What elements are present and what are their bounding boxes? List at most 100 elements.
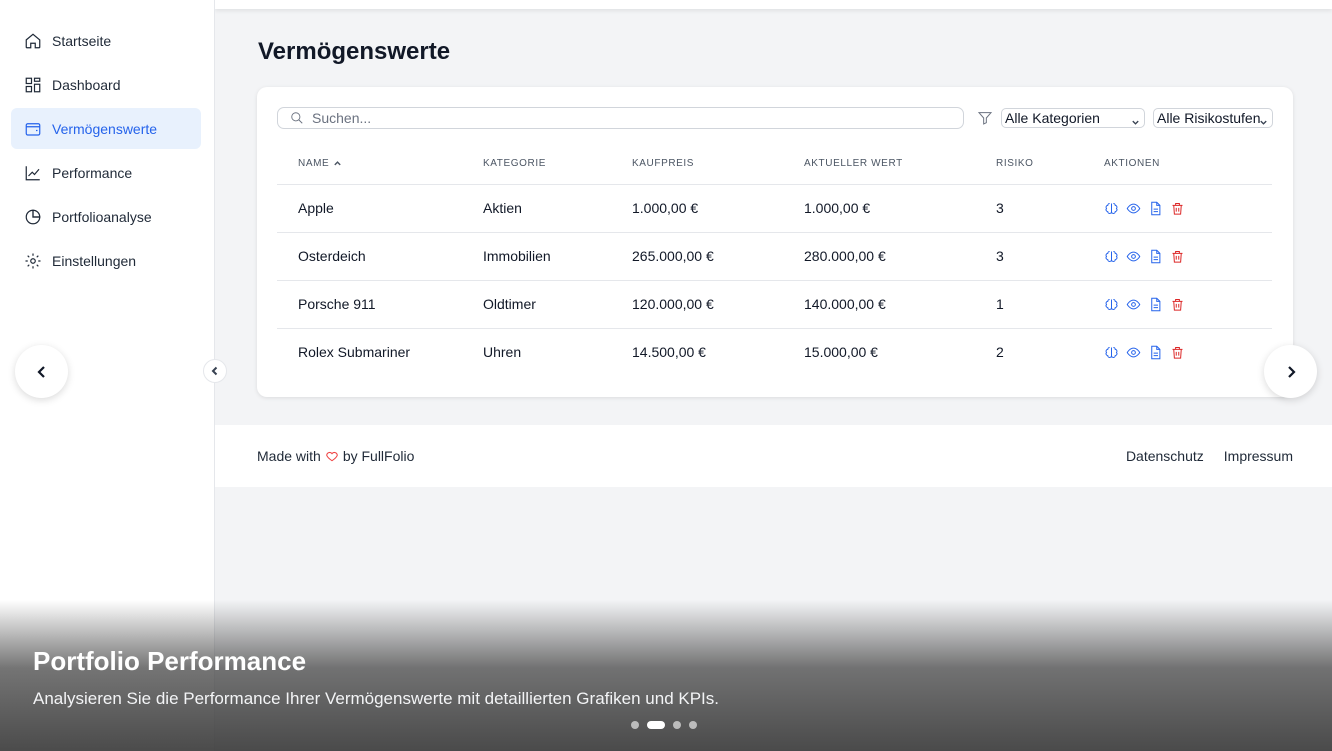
sidebar-item-einstellungen[interactable]: Einstellungen	[11, 240, 201, 281]
cell-category: Uhren	[483, 344, 522, 361]
cell-purchase: 1.000,00 €	[632, 184, 804, 233]
brain-icon[interactable]	[1104, 249, 1119, 264]
link-datenschutz[interactable]: Datenschutz	[1126, 448, 1204, 464]
cell-current: 1.000,00 €	[804, 184, 996, 233]
document-icon[interactable]	[1148, 297, 1163, 312]
cell-purchase: 14.500,00 €	[632, 344, 706, 361]
pie-chart-icon	[24, 208, 42, 226]
cell-current: 280.000,00 €	[804, 232, 996, 281]
chevron-left-icon	[211, 366, 218, 376]
cell-actions	[1104, 280, 1272, 329]
table-row: Rolex Submariner Uhren 14.500,00 € 15.00…	[277, 328, 1272, 376]
footer: Made with by FullFolio Datenschutz Impre…	[215, 425, 1332, 487]
column-header-purchase: KAUFPREIS	[632, 143, 804, 185]
column-header-risk: RISIKO	[996, 143, 1104, 185]
column-header-actions: AKTIONEN	[1104, 143, 1272, 185]
cell-actions	[1104, 184, 1272, 233]
sidebar-item-label: Performance	[52, 164, 133, 181]
column-header-category: KATEGORIE	[483, 143, 632, 185]
cell-actions	[1104, 328, 1272, 376]
sidebar-item-label: Portfolioanalyse	[52, 208, 152, 225]
carousel-dot-2[interactable]	[647, 721, 665, 729]
sidebar-collapse-button[interactable]	[203, 359, 227, 383]
search-input[interactable]	[312, 110, 952, 126]
document-icon[interactable]	[1148, 201, 1163, 216]
sidebar-item-dashboard[interactable]: Dashboard	[11, 64, 201, 105]
cell-name: Osterdeich	[277, 232, 483, 281]
cell-risk: 2	[996, 344, 1004, 361]
column-header-name[interactable]: NAME	[277, 143, 483, 185]
chevron-left-icon	[36, 365, 45, 378]
cell-category: Immobilien	[483, 232, 632, 281]
chevron-up-icon	[333, 159, 342, 168]
cell-current: 140.000,00 €	[804, 280, 996, 329]
table-row: Apple Aktien 1.000,00 € 1.000,00 € 3	[277, 184, 1272, 233]
carousel-dot-4[interactable]	[689, 721, 697, 729]
cell-actions	[1104, 232, 1272, 281]
table-header-row: NAME KATEGORIE KAUFPREIS AKTUELLER WERT …	[277, 143, 1272, 185]
line-chart-icon	[24, 164, 42, 182]
heart-icon	[325, 449, 339, 463]
gear-icon	[24, 252, 42, 270]
home-icon	[24, 32, 42, 50]
assets-table: NAME KATEGORIE KAUFPREIS AKTUELLER WERT …	[277, 143, 1272, 376]
chevron-right-icon	[1287, 365, 1296, 378]
cell-category: Oldtimer	[483, 280, 632, 329]
sidebar-item-label: Dashboard	[52, 76, 121, 93]
column-header-current: AKTUELLER WERT	[804, 143, 996, 185]
eye-icon[interactable]	[1126, 297, 1141, 312]
made-with-text: Made with by FullFolio	[257, 448, 415, 464]
top-bar	[215, 0, 1332, 9]
chevron-down-icon	[1131, 114, 1140, 125]
sidebar-item-label: Einstellungen	[52, 252, 137, 269]
carousel-next-button[interactable]	[1264, 345, 1317, 398]
category-select-value: Alle Kategorien	[1005, 110, 1100, 126]
category-select[interactable]: Alle Kategorien	[1001, 108, 1145, 128]
brain-icon[interactable]	[1104, 345, 1119, 360]
cell-category: Aktien	[483, 184, 632, 233]
cell-name: Apple	[277, 184, 483, 233]
sidebar-item-vermoegenswerte[interactable]: Vermögenswerte	[11, 108, 201, 149]
cell-name: Porsche 911	[277, 280, 483, 329]
sidebar-item-portfolioanalyse[interactable]: Portfolioanalyse	[11, 196, 201, 237]
brain-icon[interactable]	[1104, 201, 1119, 216]
cell-risk: 3	[996, 232, 1104, 281]
filter-icon	[977, 110, 993, 126]
risk-select-value: Alle Risikostufen	[1157, 110, 1261, 126]
wallet-icon	[24, 120, 42, 138]
eye-icon[interactable]	[1126, 249, 1141, 264]
carousel-dot-3[interactable]	[673, 721, 681, 729]
risk-select[interactable]: Alle Risikostufen	[1153, 108, 1273, 128]
search-icon	[291, 112, 303, 124]
sidebar-nav: Startseite Dashboard Vermögenswerte Perf…	[11, 20, 201, 284]
cell-risk: 3	[996, 184, 1104, 233]
cell-risk: 1	[996, 280, 1104, 329]
cell-purchase: 120.000,00 €	[632, 280, 804, 329]
trash-icon[interactable]	[1170, 249, 1185, 264]
sidebar-item-performance[interactable]: Performance	[11, 152, 201, 193]
chevron-down-icon	[1259, 114, 1268, 125]
link-impressum[interactable]: Impressum	[1224, 448, 1293, 464]
search-box[interactable]	[277, 107, 964, 129]
sidebar-item-startseite[interactable]: Startseite	[11, 20, 201, 61]
carousel-title: Portfolio Performance	[33, 646, 307, 676]
document-icon[interactable]	[1148, 345, 1163, 360]
brain-icon[interactable]	[1104, 297, 1119, 312]
trash-icon[interactable]	[1170, 297, 1185, 312]
carousel-prev-button[interactable]	[15, 345, 68, 398]
table-row: Porsche 911 Oldtimer 120.000,00 € 140.00…	[277, 280, 1272, 329]
eye-icon[interactable]	[1126, 345, 1141, 360]
document-icon[interactable]	[1148, 249, 1163, 264]
page-title: Vermögenswerte	[258, 38, 451, 65]
cell-purchase: 265.000,00 €	[632, 232, 804, 281]
cell-current: 15.000,00 €	[804, 344, 878, 361]
sidebar-item-label: Vermögenswerte	[52, 120, 158, 137]
trash-icon[interactable]	[1170, 345, 1185, 360]
eye-icon[interactable]	[1126, 201, 1141, 216]
trash-icon[interactable]	[1170, 201, 1185, 216]
carousel-dot-1[interactable]	[631, 721, 639, 729]
sidebar-item-label: Startseite	[52, 32, 112, 49]
assets-card: Alle Kategorien Alle Risikostufen NAME K…	[257, 87, 1293, 397]
dashboard-icon	[24, 76, 42, 94]
table-row: Osterdeich Immobilien 265.000,00 € 280.0…	[277, 232, 1272, 281]
